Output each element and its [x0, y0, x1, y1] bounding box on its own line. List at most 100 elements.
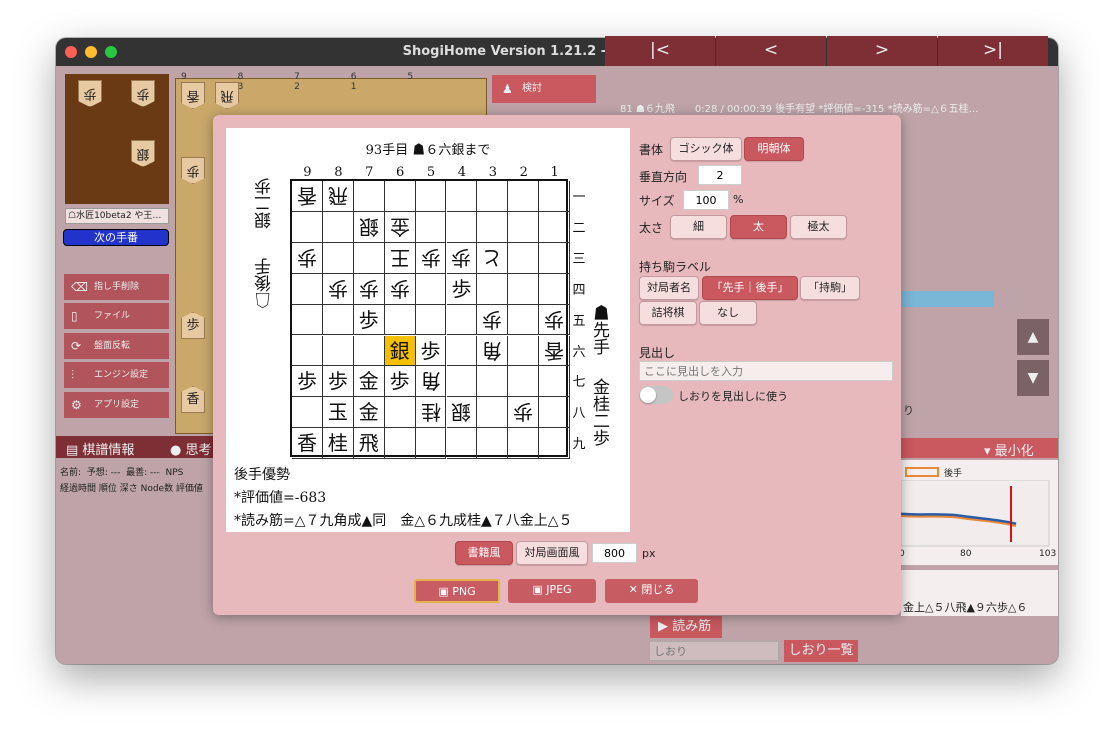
zoom-window-button[interactable]	[105, 46, 117, 58]
piece: 歩	[296, 369, 317, 394]
size-input[interactable]	[683, 190, 729, 210]
engine-settings-button[interactable]: ⫶ エンジン設定	[64, 362, 169, 388]
board-cell: 歩	[353, 273, 385, 305]
gote-label: ☖後手	[255, 258, 275, 309]
weight-label: 太さ	[639, 221, 664, 235]
file-button[interactable]: ▯ ファイル	[64, 303, 169, 329]
piece: 金	[358, 369, 379, 394]
bookmark-toggle[interactable]	[639, 386, 673, 404]
vertical-input[interactable]	[698, 165, 742, 185]
board-cell	[539, 273, 571, 305]
weight-thin-button[interactable]: 細	[670, 215, 727, 239]
board-cell: 金	[353, 397, 385, 429]
hand-opt-mochigoma[interactable]: 「持駒」	[800, 276, 860, 300]
jpeg-button[interactable]: ▣ JPEG	[508, 579, 596, 603]
board-cell	[539, 181, 571, 212]
tab-kifu-info[interactable]: ▤ 棋譜情報	[66, 439, 134, 458]
width-unit: px	[642, 547, 656, 560]
board-cell: 香	[292, 428, 323, 460]
book-style-button[interactable]: 書籍風	[455, 541, 513, 565]
row-number: 二	[572, 220, 586, 236]
board-cell	[508, 366, 540, 398]
bookmark-input[interactable]	[649, 641, 779, 661]
piece: 香	[296, 431, 317, 456]
piece: 歩	[296, 245, 317, 270]
last-move-button[interactable]: >|	[938, 36, 1048, 66]
piece: 歩	[482, 307, 503, 332]
piece: 歩	[451, 276, 472, 301]
board-cell	[477, 428, 509, 460]
scroll-down-button[interactable]: ▼	[1017, 360, 1049, 396]
board-cell	[384, 304, 416, 336]
hand-opt-sente-gote[interactable]: 「先手｜後手」	[702, 276, 798, 300]
board-cell: 飛	[322, 181, 354, 212]
board-cell: 歩	[446, 242, 478, 274]
close-window-button[interactable]	[65, 46, 77, 58]
hand-opt-none[interactable]: なし	[699, 301, 757, 325]
board-cell	[415, 181, 447, 212]
board-cell	[477, 273, 509, 305]
board-cell	[539, 242, 571, 274]
prev-move-button[interactable]: <	[716, 36, 826, 66]
legend-gote-label: 後手	[944, 469, 963, 479]
piece: 歩	[389, 276, 410, 301]
weight-extra-button[interactable]: 極太	[790, 215, 847, 239]
piece: と	[482, 245, 503, 270]
eval-chart	[901, 480, 1050, 547]
app-settings-button[interactable]: ⚙ アプリ設定	[64, 392, 169, 418]
pv-button[interactable]: ▶ 読み筋	[650, 616, 722, 638]
board-cell: 歩	[477, 304, 509, 336]
piece: 歩	[358, 307, 379, 332]
column-number: 5	[426, 165, 436, 180]
record-first-row: 81 ☗６九飛 0:28 / 00:00:39 後手有望 *評価値=-315 *…	[620, 104, 979, 114]
legend-gote-swatch	[905, 467, 939, 477]
board-cell	[353, 242, 385, 274]
board-cell	[292, 273, 323, 305]
tab-think[interactable]: ● 思考	[170, 439, 212, 458]
scroll-up-button[interactable]: ▲	[1017, 319, 1049, 355]
minimize-button[interactable]: ▾ 最小化	[984, 440, 1034, 459]
board-cell	[415, 304, 447, 336]
study-button[interactable]: ♟ 検討	[492, 75, 596, 103]
board-cell	[292, 335, 323, 367]
row-number: 九	[572, 437, 586, 453]
board-cell: 金	[384, 211, 416, 243]
preview-title: 93手目 ☗６六銀まで	[365, 143, 491, 158]
row-number: 五	[572, 313, 586, 329]
weight-bold-button[interactable]: 太	[730, 215, 787, 239]
flip-board-button[interactable]: ⟳ 盤面反転	[64, 333, 169, 359]
flip-icon: ⟳	[71, 339, 82, 353]
board-cell: 玉	[322, 397, 354, 429]
gothic-button[interactable]: ゴシック体	[670, 137, 742, 161]
shogi-board: 香飛銀金歩王歩歩と歩歩歩歩歩歩歩銀歩角香歩歩金歩角玉金桂銀歩香桂飛	[290, 179, 571, 460]
save-icon: ▣	[438, 585, 453, 598]
bulb-icon: ●	[170, 443, 186, 458]
engine-icon: ⫶	[71, 368, 75, 382]
minimize-window-button[interactable]	[85, 46, 97, 58]
board-cell: 歩	[446, 273, 478, 305]
next-move-button[interactable]: >	[827, 36, 937, 66]
column-number: 1	[550, 165, 559, 180]
bookmark-list-button[interactable]: しおり一覧	[784, 640, 858, 662]
piece: 歩	[420, 338, 441, 363]
board-cell	[322, 304, 354, 336]
first-move-button[interactable]: |<	[605, 36, 715, 66]
board-cell: 王	[384, 242, 416, 274]
close-button[interactable]: ✕ 閉じる	[605, 579, 698, 603]
heading-input[interactable]	[639, 361, 893, 381]
board-cell	[539, 397, 571, 429]
mincho-button[interactable]: 明朝体	[744, 137, 804, 161]
hand-opt-player[interactable]: 対局者名	[639, 276, 699, 300]
column-number: 2	[519, 165, 528, 180]
board-cell: 歩	[322, 273, 354, 305]
width-input[interactable]	[592, 543, 637, 563]
game-style-button[interactable]: 対局画面風	[516, 541, 588, 565]
piece: 歩	[327, 369, 348, 394]
think-stats-2: 経過時間 順位 深さ Node数 評価値	[60, 484, 203, 494]
hand-opt-tsume[interactable]: 詰将棋	[639, 301, 697, 325]
save-icon: ▣	[532, 583, 547, 596]
delete-move-button[interactable]: ⌫ 指し手削除	[64, 274, 169, 300]
png-button[interactable]: ▣ PNG	[414, 579, 500, 603]
board-cell: 歩	[415, 242, 447, 274]
piece: 歩	[327, 276, 348, 301]
